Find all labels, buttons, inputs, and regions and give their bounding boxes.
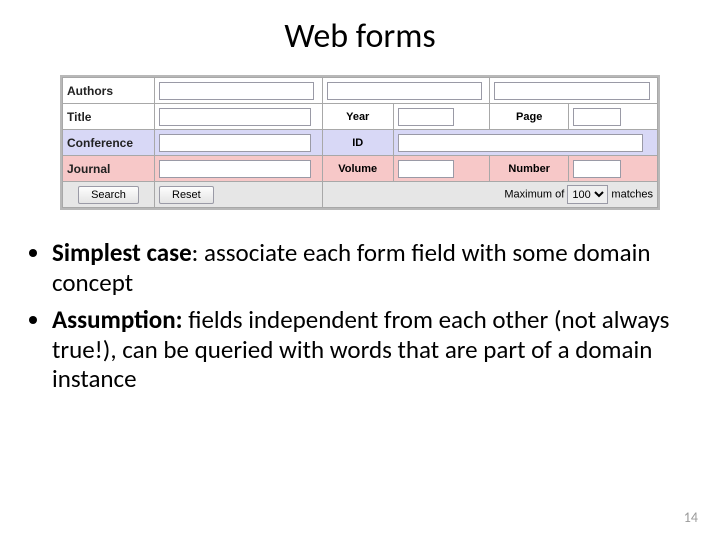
max-select[interactable]: 100 bbox=[567, 185, 608, 204]
bullet-1-bold: Simplest case bbox=[52, 237, 192, 268]
label-page: Page bbox=[490, 104, 569, 130]
id-input[interactable] bbox=[398, 134, 643, 152]
volume-input[interactable] bbox=[398, 160, 454, 178]
bullet-list: Simplest case: associate each form field… bbox=[26, 238, 694, 394]
reset-button[interactable]: Reset bbox=[159, 186, 214, 204]
authors-input-3[interactable] bbox=[494, 82, 650, 100]
max-suffix: matches bbox=[611, 189, 653, 201]
bullet-2-bold: Assumption: bbox=[52, 304, 183, 335]
authors-input-2[interactable] bbox=[327, 82, 482, 100]
page-input[interactable] bbox=[573, 108, 621, 126]
number-input[interactable] bbox=[573, 160, 621, 178]
slide: Web forms Authors Title Year Page Confer… bbox=[0, 0, 720, 540]
label-number: Number bbox=[490, 156, 569, 182]
search-button[interactable]: Search bbox=[78, 186, 139, 204]
search-form: Authors Title Year Page Conference ID bbox=[60, 75, 660, 210]
max-prefix: Maximum of bbox=[504, 189, 564, 201]
page-number: 14 bbox=[684, 509, 698, 526]
slide-title: Web forms bbox=[20, 16, 700, 57]
form-table: Authors Title Year Page Conference ID bbox=[62, 77, 658, 208]
label-journal: Journal bbox=[63, 156, 155, 182]
journal-input[interactable] bbox=[159, 160, 311, 178]
label-title: Title bbox=[63, 104, 155, 130]
title-input[interactable] bbox=[159, 108, 311, 126]
label-year: Year bbox=[322, 104, 393, 130]
bullet-2: Assumption: fields independent from each… bbox=[52, 305, 694, 394]
label-conference: Conference bbox=[63, 130, 155, 156]
conference-input[interactable] bbox=[159, 134, 311, 152]
year-input[interactable] bbox=[398, 108, 454, 126]
label-id: ID bbox=[322, 130, 393, 156]
label-volume: Volume bbox=[322, 156, 393, 182]
label-authors: Authors bbox=[63, 78, 155, 104]
bullet-1: Simplest case: associate each form field… bbox=[52, 238, 694, 297]
authors-input-1[interactable] bbox=[159, 82, 314, 100]
